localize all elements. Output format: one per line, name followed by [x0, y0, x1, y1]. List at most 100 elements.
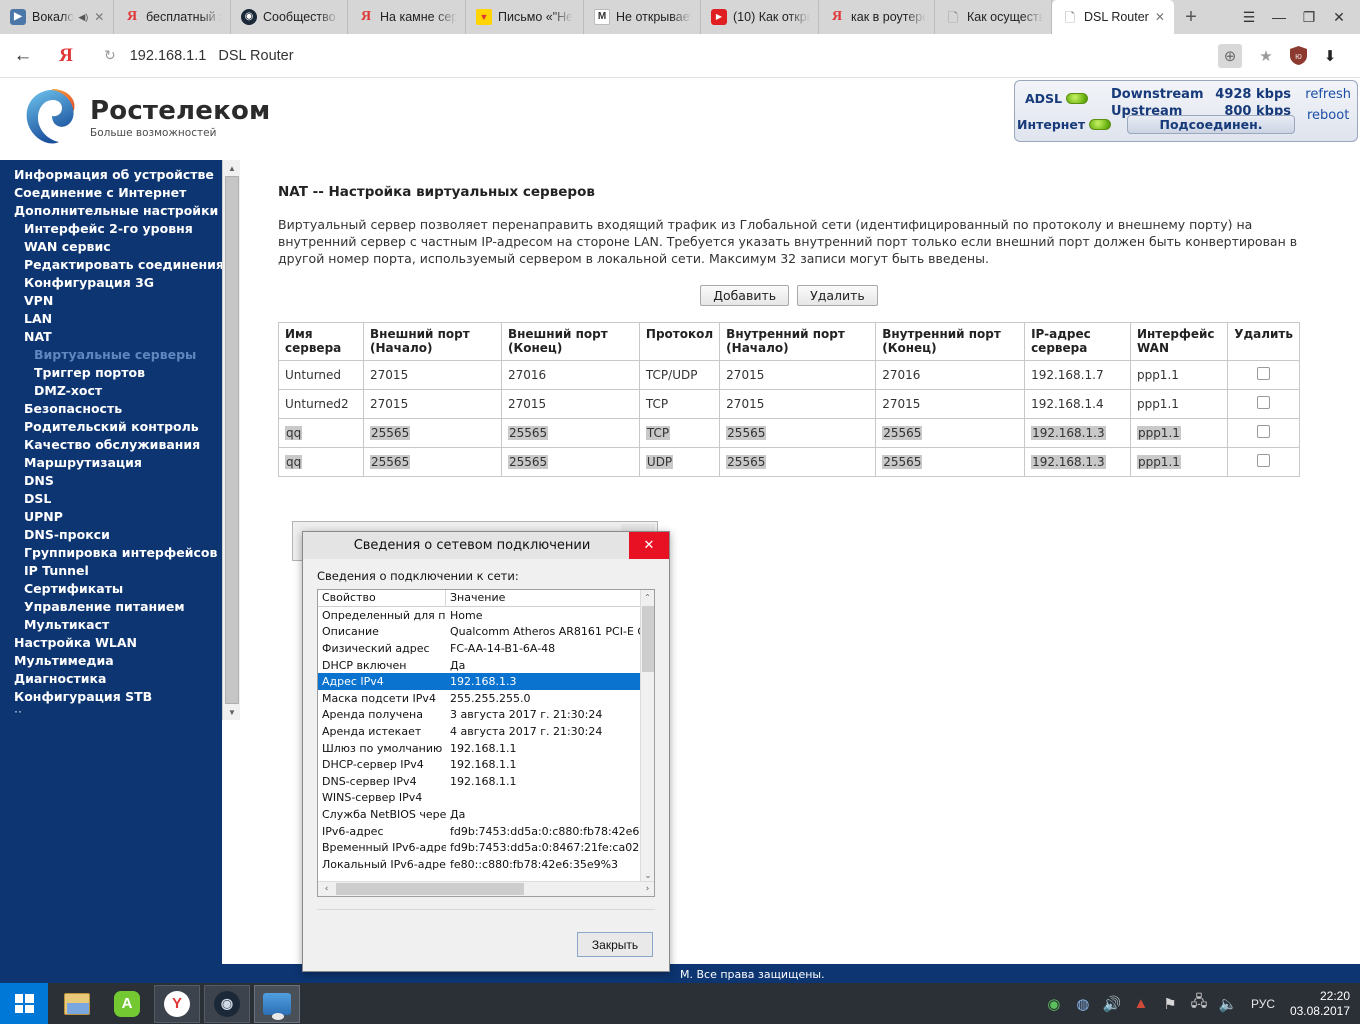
list-item[interactable]: Физический адрес FC-AA-14-B1-6A-48 [318, 640, 654, 657]
sidebar-item-dsl[interactable]: DSL [0, 490, 222, 508]
translate-icon[interactable]: ⊕ [1218, 43, 1242, 68]
list-vertical-scrollbar[interactable]: ⌃ ⌄ [640, 590, 654, 882]
browser-tab[interactable]: Я На камне сер [348, 0, 466, 34]
clock[interactable]: 22:20 03.08.2017 [1288, 989, 1350, 1019]
action-center-icon[interactable]: ⚑ [1160, 994, 1180, 1014]
sidebar-item-security[interactable]: Безопасность [0, 400, 222, 418]
shield-icon[interactable]: ю [1282, 41, 1314, 71]
close-button[interactable]: Закрыть [577, 932, 653, 957]
browser-tab[interactable]: Я бесплатный х [114, 0, 231, 34]
sidebar-item-device-info[interactable]: Информация об устройстве [0, 166, 222, 184]
sidebar-item-ip-tunnel[interactable]: IP Tunnel [0, 562, 222, 580]
sidebar-item-dns[interactable]: DNS [0, 472, 222, 490]
taskbar-item-yandex-browser[interactable]: Y [154, 984, 200, 1023]
url-input[interactable]: ↻ 192.168.1.1 DSL Router [86, 41, 1218, 71]
scroll-down-icon[interactable]: ▼ [223, 704, 241, 720]
hscroll-thumb[interactable] [336, 883, 524, 895]
list-item[interactable]: DHCP включен Да [318, 657, 654, 674]
sidebar-item-multimedia[interactable]: Мультимедиа [0, 652, 222, 670]
browser-menu-icon[interactable]: ☰ [1234, 0, 1264, 34]
sidebar-item-dmz-host[interactable]: DMZ-хост [0, 382, 222, 400]
sidebar-item-parental-control[interactable]: Родительский контроль [0, 418, 222, 436]
language-indicator[interactable]: РУС [1251, 997, 1275, 1011]
sidebar-item-layer2-interface[interactable]: Интерфейс 2-го уровня [0, 220, 222, 238]
taskbar-item-apk-app[interactable]: A [104, 985, 150, 1023]
remove-checkbox[interactable] [1257, 367, 1271, 380]
cell-remove[interactable] [1227, 418, 1300, 448]
new-tab-button[interactable]: + [1174, 0, 1208, 34]
delete-button[interactable]: Удалить [797, 285, 878, 306]
list-item[interactable]: DHCP-сервер IPv4 192.168.1.1 [318, 756, 654, 773]
tab-close-icon[interactable]: ✕ [94, 10, 104, 24]
list-item[interactable]: Служба NetBIOS через... Да [318, 806, 654, 823]
list-item[interactable]: DNS-сервер IPv4 192.168.1.1 [318, 773, 654, 790]
browser-tab[interactable]: ▶ Вокало ◀) ✕ [0, 0, 114, 34]
sidebar-item-3g-config[interactable]: Конфигурация 3G [0, 274, 222, 292]
sidebar-item-vpn[interactable]: VPN [0, 292, 222, 310]
remove-checkbox[interactable] [1257, 454, 1271, 467]
table-row-selected[interactable]: qq 25565 25565 TCP 25565 25565 192.168.1… [277, 418, 1300, 448]
list-item[interactable]: Определенный для по... Home [318, 607, 654, 624]
scroll-up-icon[interactable]: ⌃ [641, 590, 654, 604]
list-item[interactable]: Локальный IPv6-адрес... fe80::c880:fb78:… [318, 856, 654, 873]
list-item[interactable]: IPv6-адрес fd9b:7453:dd5a:0:c880:fb78:42… [318, 823, 654, 840]
cell-remove[interactable] [1227, 389, 1300, 419]
sidebar-item-certificates[interactable]: Сертификаты [0, 580, 222, 598]
reboot-button[interactable]: reboot [1305, 108, 1351, 123]
table-row[interactable]: Unturned 27015 27016 TCP/UDP 27015 27016… [277, 360, 1300, 390]
start-button[interactable] [0, 983, 48, 1024]
sidebar-item-advanced-settings[interactable]: Дополнительные настройки [0, 202, 222, 220]
reload-icon[interactable]: ↻ [104, 47, 116, 64]
sidebar-item-virtual-servers[interactable]: Виртуальные серверы [0, 346, 222, 364]
sidebar-item-internet-connection[interactable]: Соединение с Интернет [0, 184, 222, 202]
tab-sound-icon[interactable]: ◀) [78, 12, 88, 23]
remove-checkbox[interactable] [1257, 396, 1271, 409]
sidebar-item-interface-grouping[interactable]: Группировка интерфейсов [0, 544, 222, 562]
browser-tab[interactable]: М Не открывает [584, 0, 701, 34]
remove-checkbox[interactable] [1257, 425, 1271, 438]
table-row-selected[interactable]: qq 25565 25565 UDP 25565 25565 192.168.1… [277, 447, 1300, 477]
dialog-title-bar[interactable]: Сведения о сетевом подключении ✕ [303, 532, 669, 559]
sidebar-item-wan-service[interactable]: WAN сервис [0, 238, 222, 256]
sidebar-item-routing[interactable]: Маршрутизация [0, 454, 222, 472]
close-icon[interactable]: ✕ [629, 532, 669, 559]
back-icon[interactable]: ← [0, 45, 46, 67]
list-item[interactable]: Аренда получена 3 августа 2017 г. 21:30:… [318, 707, 654, 724]
cell-remove[interactable] [1227, 360, 1300, 390]
network-icon[interactable]: 🖧 [1189, 993, 1209, 1014]
sidebar-item-wlan-settings[interactable]: Настройка WLAN [0, 634, 222, 652]
yandex-logo-icon[interactable]: Я [46, 45, 86, 67]
volume-muted-icon[interactable]: 🔊 [1102, 994, 1122, 1014]
download-icon[interactable]: ⬇ [1314, 41, 1346, 71]
scroll-down-icon[interactable]: ⌄ [641, 868, 654, 882]
close-window-icon[interactable]: ✕ [1324, 0, 1354, 34]
cell-remove[interactable] [1227, 447, 1300, 477]
browser-tab[interactable]: ▶ (10) Как откры [701, 0, 819, 34]
scrollbar-thumb[interactable] [225, 176, 239, 704]
utorrent-icon[interactable]: ◉ [1044, 994, 1064, 1014]
taskbar-item-file-explorer[interactable] [54, 985, 100, 1023]
table-row[interactable]: Unturned2 27015 27015 TCP 27015 27015 19… [277, 389, 1300, 419]
sidebar-item-stb-config[interactable]: Конфигурация STB [0, 688, 222, 706]
sidebar-item-dns-proxy[interactable]: DNS-прокси [0, 526, 222, 544]
browser-tab[interactable]: ▼ Письмо «"Не [466, 0, 584, 34]
refresh-button[interactable]: refresh [1305, 87, 1351, 102]
sidebar-item-multicast[interactable]: Мультикаст [0, 616, 222, 634]
sidebar-item-diagnostics[interactable]: Диагностика [0, 670, 222, 688]
list-item[interactable]: Аренда истекает 4 августа 2017 г. 21:30:… [318, 723, 654, 740]
sidebar-item-upnp[interactable]: UPNP [0, 508, 222, 526]
sidebar-item-qos[interactable]: Качество обслуживания [0, 436, 222, 454]
list-item[interactable]: WINS-сервер IPv4 [318, 790, 654, 807]
tab-close-icon[interactable]: ✕ [1155, 10, 1165, 24]
steam-tray-icon[interactable]: ◍ [1073, 994, 1093, 1014]
browser-tab[interactable]: ◉ Сообщество S [231, 0, 348, 34]
scroll-left-icon[interactable]: ‹ [319, 882, 334, 896]
sidebar-item-power-management[interactable]: Управление питанием [0, 598, 222, 616]
list-item[interactable]: Временный IPv6-адрес fd9b:7453:dd5a:0:84… [318, 839, 654, 856]
scroll-up-icon[interactable]: ▲ [223, 160, 241, 176]
network-properties-list[interactable]: Свойство Значение Определенный для по...… [317, 589, 655, 897]
sidebar-item-edit-connections[interactable]: Редактировать соединения [0, 256, 224, 274]
minimize-icon[interactable]: — [1264, 0, 1294, 34]
browser-tab[interactable]: Я как в роутере [819, 0, 935, 34]
list-horizontal-scrollbar[interactable]: ‹ › [318, 881, 654, 896]
